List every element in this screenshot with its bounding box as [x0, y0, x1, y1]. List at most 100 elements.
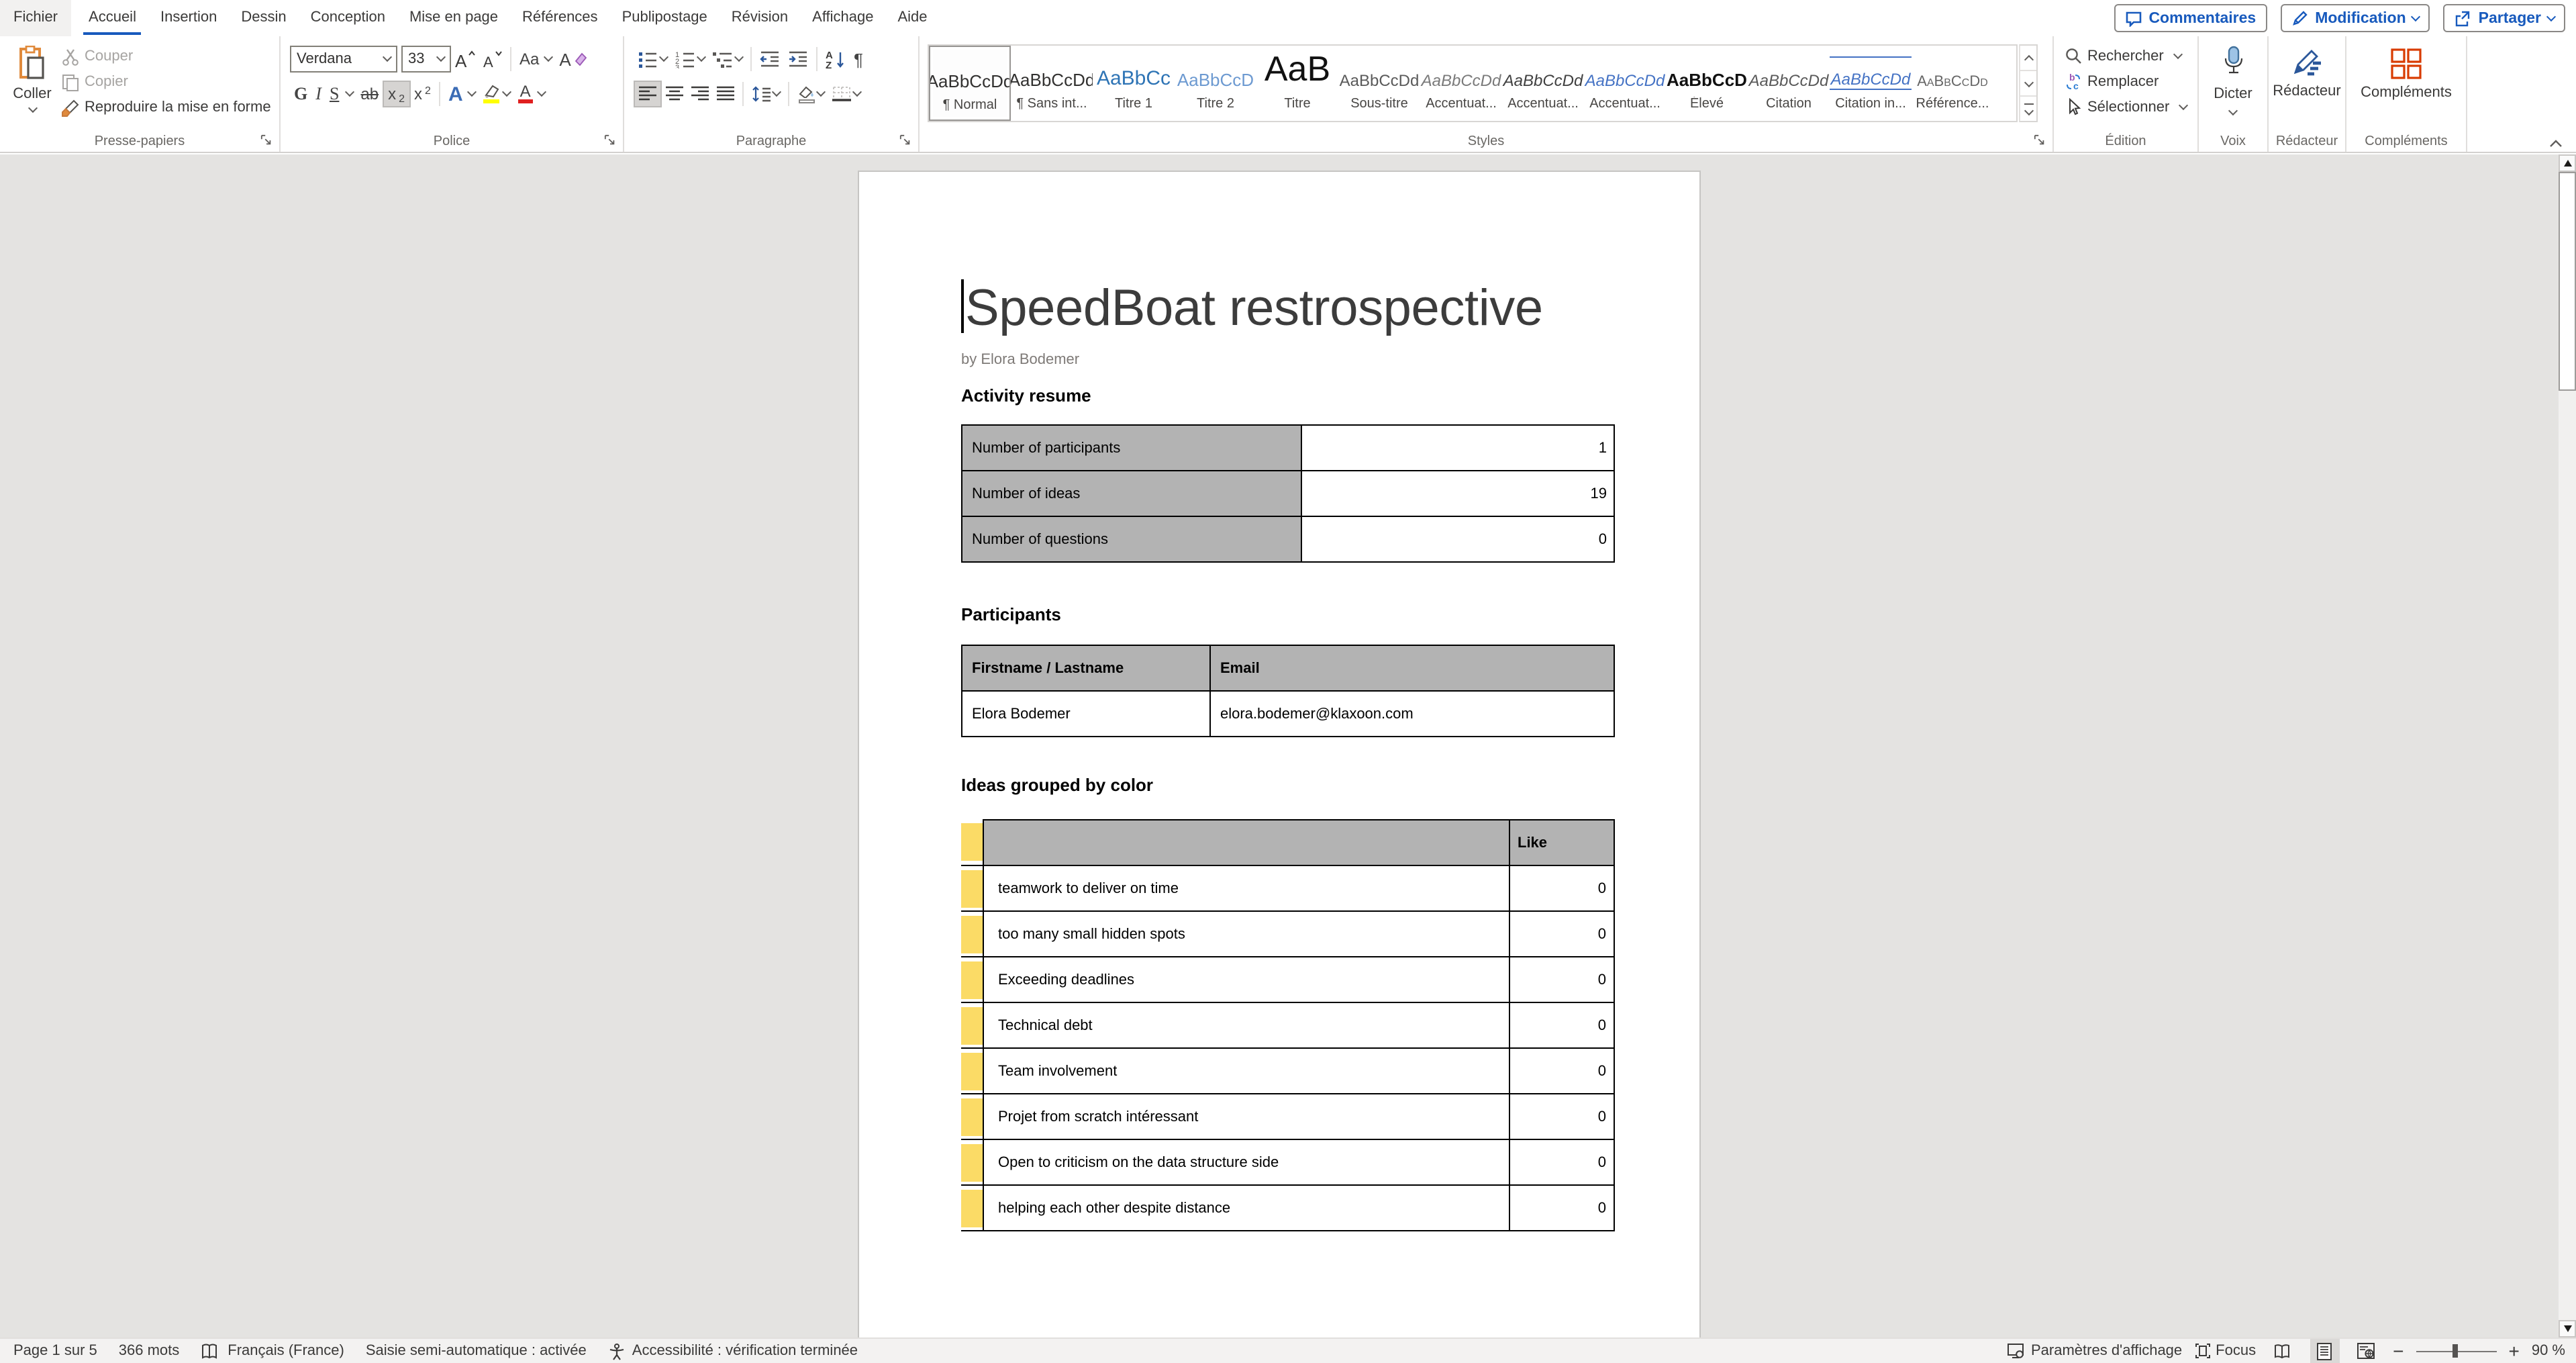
styles-gallery-controls: [2019, 44, 2038, 122]
scrollbar-thumb[interactable]: [2559, 172, 2576, 391]
comments-button[interactable]: Commentaires: [2114, 4, 2267, 32]
style-titre[interactable]: AaBTitre: [1256, 46, 1338, 121]
dictate-button[interactable]: Dicter: [2199, 44, 2267, 114]
scroll-up-button[interactable]: [2559, 154, 2576, 172]
style-sous-titre[interactable]: AaBbCcDdSous-titre: [1338, 46, 1420, 121]
editing-mode-button[interactable]: Modification: [2280, 4, 2430, 32]
style-titre-2[interactable]: AaBbCcDTitre 2: [1175, 46, 1256, 121]
addins-button[interactable]: Compléments: [2346, 44, 2466, 101]
paste-button[interactable]: Coller: [8, 46, 56, 111]
display-settings-button[interactable]: Paramètres d'affichage: [2007, 1343, 2182, 1359]
style-accentuation[interactable]: AaBbCcDdAccentuat...: [1502, 46, 1584, 121]
zoom-slider[interactable]: [2416, 1339, 2496, 1363]
style-reference[interactable]: AaBbCcDdRéférence...: [1912, 46, 1993, 121]
word-window: Fichier Accueil Insertion Dessin Concept…: [0, 0, 2576, 1363]
word-count[interactable]: 366 mots: [119, 1343, 180, 1359]
proofing-icon[interactable]: [201, 1342, 217, 1360]
zoom-out-button[interactable]: −: [2393, 1340, 2404, 1362]
replace-button[interactable]: bc Remplacer: [2065, 70, 2187, 93]
multilevel-list-button[interactable]: [709, 46, 746, 73]
grow-font-button[interactable]: A: [451, 46, 479, 73]
style-citation-intense[interactable]: AaBbCcDdCitation in...: [1830, 46, 1912, 121]
style-eleve[interactable]: AaBbCcDÉlevé: [1666, 46, 1748, 121]
shrink-font-button[interactable]: A: [479, 46, 506, 73]
tab-dessin[interactable]: Dessin: [233, 0, 294, 36]
focus-button[interactable]: Focus: [2194, 1343, 2256, 1359]
show-marks-button[interactable]: ¶: [850, 46, 867, 73]
share-button[interactable]: Partager: [2444, 4, 2565, 32]
bold-button[interactable]: G: [290, 81, 311, 107]
font-size-combo[interactable]: 33: [401, 46, 451, 73]
tab-revision[interactable]: Révision: [724, 0, 796, 36]
copy-button[interactable]: Copier: [62, 70, 271, 94]
italic-button[interactable]: I: [311, 81, 326, 107]
decrease-indent-button[interactable]: [756, 46, 784, 73]
paragraph-dialog-launcher[interactable]: [899, 134, 911, 146]
accessibility-status[interactable]: Accessibilité : vérification terminée: [632, 1343, 858, 1359]
style-accentuation-intense[interactable]: AaBbCcDdAccentuat...: [1584, 46, 1666, 121]
styles-scroll-up[interactable]: [2020, 46, 2036, 71]
text-effects-button[interactable]: A: [444, 81, 479, 107]
tab-fichier[interactable]: Fichier: [0, 0, 71, 36]
document-page[interactable]: SpeedBoat restrospective by Elora Bodeme…: [858, 171, 1701, 1337]
increase-indent-button[interactable]: [784, 46, 812, 73]
style-accentuation-legere[interactable]: AaBbCcDdAccentuat...: [1420, 46, 1502, 121]
clear-formatting-button[interactable]: A: [555, 46, 591, 73]
read-mode-button[interactable]: [2268, 1339, 2297, 1363]
scroll-down-button[interactable]: [2559, 1320, 2576, 1337]
tab-accueil[interactable]: Accueil: [81, 0, 144, 36]
styles-dialog-launcher[interactable]: [2034, 134, 2046, 146]
tab-affichage[interactable]: Affichage: [804, 0, 881, 36]
style-citation[interactable]: AaBbCcDdCitation: [1748, 46, 1830, 121]
style-titre-1[interactable]: AaBbCcTitre 1: [1093, 46, 1175, 121]
tab-aide[interactable]: Aide: [890, 0, 936, 36]
tab-conception[interactable]: Conception: [303, 0, 393, 36]
tab-references[interactable]: Références: [514, 0, 606, 36]
align-left-button[interactable]: [634, 81, 662, 107]
borders-button[interactable]: [828, 81, 864, 107]
select-button[interactable]: Sélectionner: [2065, 95, 2187, 118]
collapse-ribbon-chevron[interactable]: [2549, 140, 2563, 148]
subscript-button[interactable]: x2: [383, 81, 410, 107]
vertical-scrollbar[interactable]: [2557, 154, 2576, 1337]
tab-mise-en-page[interactable]: Mise en page: [401, 0, 506, 36]
tab-publipostage[interactable]: Publipostage: [614, 0, 715, 36]
style-sans-interligne[interactable]: AaBbCcDd¶ Sans int...: [1011, 46, 1093, 121]
font-dialog-launcher[interactable]: [604, 134, 616, 146]
print-layout-button[interactable]: [2310, 1339, 2339, 1363]
tab-insertion[interactable]: Insertion: [152, 0, 225, 36]
zoom-level[interactable]: 90 %: [2532, 1343, 2565, 1359]
styles-more-button[interactable]: [2020, 97, 2036, 121]
line-spacing-button[interactable]: [748, 81, 784, 107]
underline-button[interactable]: S: [326, 81, 356, 107]
styles-scroll-down[interactable]: [2020, 71, 2036, 97]
font-color-button[interactable]: A: [514, 81, 549, 107]
language-indicator[interactable]: Français (France): [228, 1343, 344, 1359]
style-normal[interactable]: AaBbCcDd¶ Normal: [929, 46, 1011, 121]
numbering-button[interactable]: 123: [671, 46, 709, 73]
autocomplete-indicator[interactable]: Saisie semi-automatique : activée: [366, 1343, 587, 1359]
sort-button[interactable]: AZ: [822, 46, 850, 73]
clipboard-dialog-launcher[interactable]: [260, 134, 273, 146]
format-painter-button[interactable]: Reproduire la mise en forme: [62, 95, 271, 120]
justify-button[interactable]: [713, 81, 738, 107]
zoom-slider-handle[interactable]: [2452, 1344, 2457, 1358]
align-right-button[interactable]: [687, 81, 713, 107]
bullets-button[interactable]: [634, 46, 671, 73]
cut-button[interactable]: Couper: [62, 44, 271, 68]
change-case-button[interactable]: Aa: [515, 46, 555, 73]
font-name-combo[interactable]: Verdana: [290, 46, 397, 73]
editor-button[interactable]: Rédacteur: [2269, 44, 2345, 99]
align-center-button[interactable]: [662, 81, 687, 107]
strikethrough-button[interactable]: ab: [356, 81, 383, 107]
editor-pen-icon: [2289, 46, 2324, 81]
superscript-button[interactable]: x2: [410, 81, 435, 107]
zoom-in-button[interactable]: +: [2508, 1340, 2519, 1362]
web-layout-button[interactable]: [2351, 1339, 2381, 1363]
microphone-icon: [2221, 46, 2245, 81]
page-indicator[interactable]: Page 1 sur 5: [13, 1343, 97, 1359]
accessibility-icon[interactable]: [608, 1342, 626, 1360]
shading-button[interactable]: [793, 81, 828, 107]
find-button[interactable]: Rechercher: [2065, 44, 2187, 67]
highlight-button[interactable]: [479, 81, 514, 107]
